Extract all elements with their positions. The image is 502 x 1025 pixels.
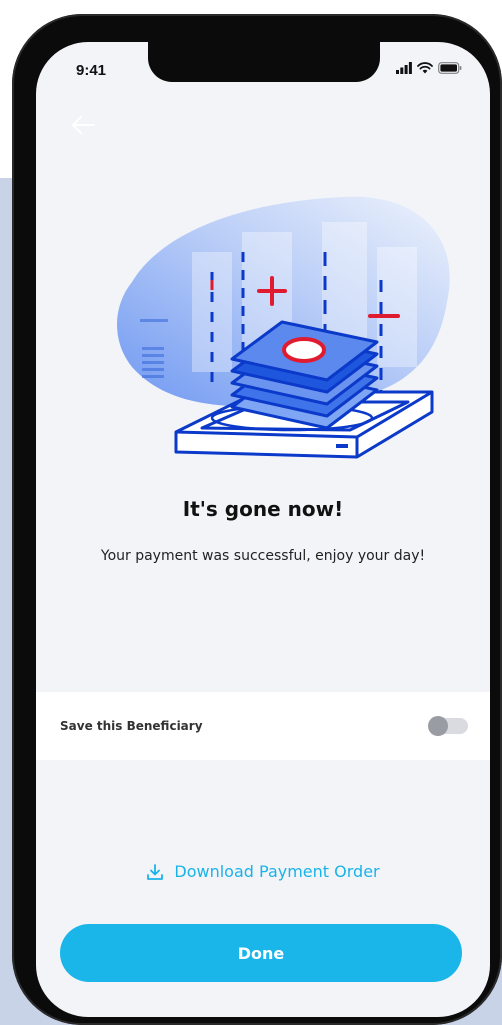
download-payment-order-link[interactable]: Download Payment Order xyxy=(36,862,490,881)
status-time: 9:41 xyxy=(76,62,107,79)
download-icon xyxy=(147,863,164,880)
success-subtitle: Your payment was successful, enjoy your … xyxy=(100,548,426,564)
signal-icon xyxy=(396,62,412,74)
phone-frame: 9:41 It's gone now! Your payment was suc… xyxy=(12,14,502,1025)
status-icons xyxy=(396,62,462,74)
done-button[interactable]: Done xyxy=(60,924,462,982)
wifi-icon xyxy=(417,62,433,74)
download-payment-order-label: Download Payment Order xyxy=(174,862,380,881)
save-beneficiary-toggle[interactable] xyxy=(428,716,468,736)
phone-notch xyxy=(148,42,380,82)
payment-success-illustration xyxy=(117,196,450,459)
battery-icon xyxy=(438,62,462,74)
success-title: It's gone now! xyxy=(182,497,344,521)
save-beneficiary-label: Save this Beneficiary xyxy=(60,719,203,733)
save-beneficiary-row: Save this Beneficiary xyxy=(36,692,490,760)
back-arrow-icon[interactable] xyxy=(70,114,96,136)
toggle-knob xyxy=(428,716,448,736)
app-screen: 9:41 It's gone now! Your payment was suc… xyxy=(36,42,490,1017)
